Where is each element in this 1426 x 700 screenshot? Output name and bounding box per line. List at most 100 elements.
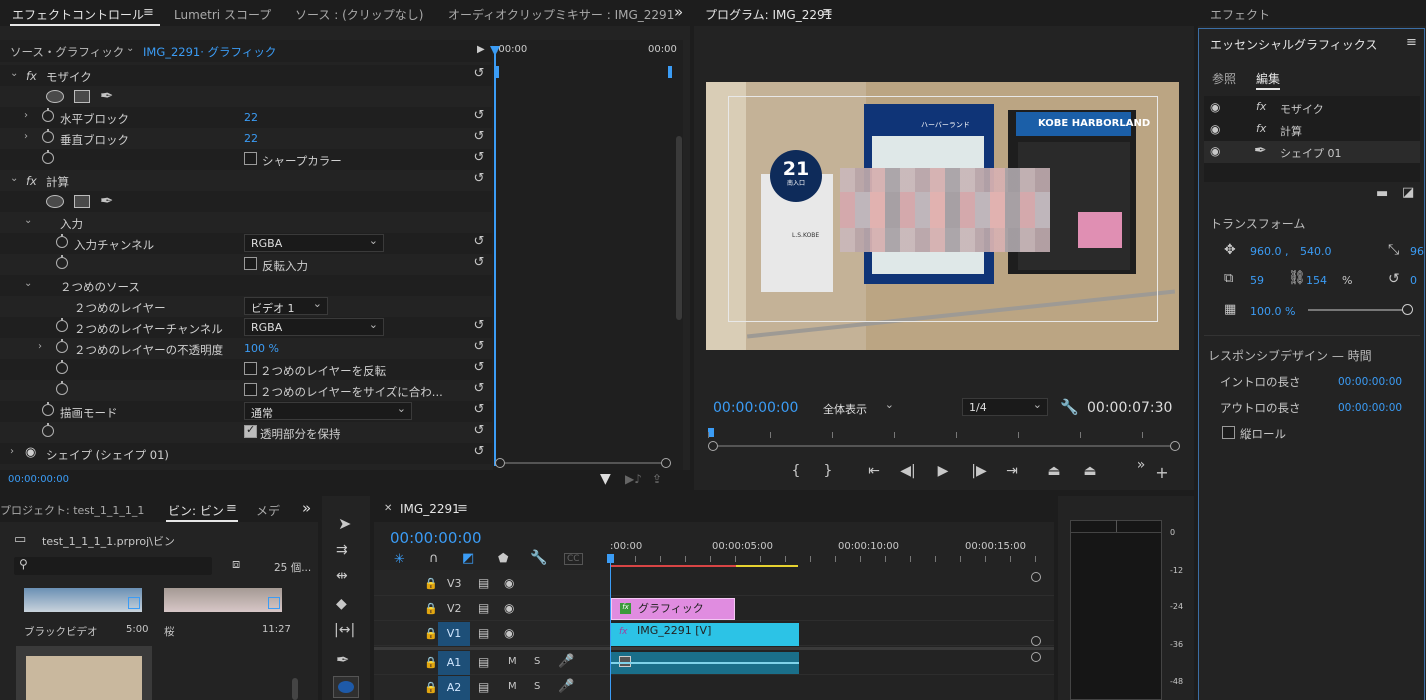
linked-selection-icon[interactable]: ◩ <box>462 551 474 566</box>
more-buttons-icon[interactable]: » <box>1131 455 1151 475</box>
v-scroll-knob[interactable] <box>1031 572 1041 582</box>
reset-icon[interactable]: ↺ <box>472 67 486 81</box>
panel-menu-icon[interactable]: ≡ <box>457 501 468 516</box>
ripple-edit-tool-icon[interactable]: ⇹ <box>336 568 348 584</box>
stopwatch-icon[interactable] <box>56 381 68 395</box>
invert-second-checkbox[interactable] <box>244 362 257 375</box>
lock-icon[interactable]: 🔒 <box>424 577 438 590</box>
eye-icon[interactable]: ◉ <box>504 601 514 615</box>
sharp-color-checkbox[interactable] <box>244 152 257 165</box>
reset-icon[interactable]: ↺ <box>472 172 486 186</box>
timeline-playhead[interactable] <box>610 554 611 700</box>
film-icon[interactable]: ▤ <box>478 655 489 669</box>
more-tabs-icon[interactable]: » <box>674 3 683 21</box>
stopwatch-icon[interactable] <box>42 108 54 122</box>
row-calc[interactable]: ⌄ fx 計算 ↺ <box>0 170 492 191</box>
microphone-icon[interactable]: 🎤 <box>558 679 574 694</box>
search-input[interactable]: ⚲ <box>14 557 212 575</box>
clip-label[interactable]: IMG_2291· グラフィック <box>143 44 276 60</box>
unlink-scale-icon[interactable]: ⛓ <box>1288 270 1306 286</box>
selection-tool-icon[interactable]: ➤ <box>338 514 351 533</box>
opacity-slider-track[interactable] <box>1308 309 1408 311</box>
mark-out-icon[interactable]: } <box>818 461 838 481</box>
eye-icon[interactable]: ◉ <box>504 626 514 640</box>
rectangle-mask-icon[interactable] <box>74 90 90 103</box>
roll-checkbox[interactable] <box>1222 426 1235 439</box>
new-group-icon[interactable]: ▬ <box>1376 186 1388 201</box>
stopwatch-icon[interactable] <box>42 402 54 416</box>
captions-icon[interactable]: CC <box>564 553 583 565</box>
stopwatch-icon[interactable] <box>56 234 68 248</box>
essential-graphics-title[interactable]: エッセンシャルグラフィックス <box>1210 36 1377 53</box>
row-input[interactable]: ⌄ 入力 <box>0 212 492 233</box>
stopwatch-icon[interactable] <box>56 255 68 269</box>
v-blocks-value[interactable]: 22 <box>244 132 258 145</box>
chevron-down-icon[interactable]: ⌄ <box>10 68 18 79</box>
program-timecode[interactable]: 00:00:00:00 <box>713 400 798 416</box>
effects-scrollbar[interactable] <box>676 136 682 320</box>
reset-icon[interactable]: ↺ <box>472 424 486 438</box>
row-second-layer-channel[interactable]: ２つめのレイヤーチャンネル RGBA ↺ <box>0 317 492 338</box>
program-video-frame[interactable]: 21 南入口 L.S.KOBE ハーバーランド KOBE HARBORLAND <box>706 82 1179 350</box>
track-a2[interactable]: 🔒 A2 ▤ M S 🎤 <box>374 676 1054 700</box>
scale-value[interactable]: 59 <box>1250 274 1264 287</box>
step-forward-icon[interactable]: |▶ <box>969 461 989 481</box>
play-icon[interactable]: ▶ <box>933 461 953 481</box>
tab-browse[interactable]: 参照 <box>1212 70 1236 87</box>
tab-lumetri-scopes[interactable]: Lumetri スコープ <box>174 6 271 23</box>
panel-menu-icon[interactable]: ≡ <box>143 5 154 20</box>
go-to-in-icon[interactable]: ⇤ <box>864 461 884 481</box>
scroll-right-knob[interactable] <box>1170 441 1180 451</box>
solo-button[interactable]: S <box>534 681 540 692</box>
stopwatch-icon[interactable] <box>42 150 54 164</box>
eye-icon[interactable]: ◉ <box>1210 100 1220 114</box>
program-title[interactable]: プログラム: IMG_2291 <box>705 6 832 23</box>
source-patch-a2[interactable]: A2 <box>438 676 470 700</box>
timeline-playhead-head[interactable] <box>607 554 614 563</box>
rectangle-mask-icon[interactable] <box>74 195 90 208</box>
stopwatch-icon[interactable] <box>42 423 54 437</box>
reset-icon[interactable]: ↺ <box>472 403 486 417</box>
close-icon[interactable]: ✕ <box>384 503 392 514</box>
position-x-value[interactable]: 960.0 , <box>1250 245 1288 258</box>
lock-icon[interactable]: 🔒 <box>424 627 438 640</box>
slip-tool-icon[interactable]: |↔| <box>334 622 355 638</box>
thumb-img-2291[interactable] <box>16 646 152 700</box>
row-second-source[interactable]: ⌄ ２つめのソース <box>0 275 492 296</box>
second-layer-select[interactable]: ビデオ 1 <box>244 297 328 315</box>
thumb-sakura[interactable] <box>164 588 282 612</box>
track-v3[interactable]: 🔒 V3 ▤ ◉ <box>374 572 1054 596</box>
reset-icon[interactable]: ↺ <box>472 256 486 270</box>
razor-tool-icon[interactable]: ◆ <box>336 596 347 612</box>
anchor-value[interactable]: 96 <box>1410 245 1424 258</box>
reset-icon[interactable]: ↺ <box>472 445 486 459</box>
film-icon[interactable]: ▤ <box>478 680 489 694</box>
pen-mask-icon[interactable]: ✒ <box>100 191 113 210</box>
mini-scroll-track[interactable] <box>505 462 661 464</box>
tab-audio-clip-mixer[interactable]: オーディオクリップミキサー : IMG_2291 <box>448 6 674 23</box>
play-audio-icon[interactable]: ▶♪ <box>625 472 642 486</box>
extract-icon[interactable]: ⏏ <box>1080 461 1100 481</box>
zoom-select[interactable]: 全体表示 <box>816 398 900 416</box>
reset-icon[interactable]: ↺ <box>472 235 486 249</box>
stopwatch-icon[interactable] <box>56 360 68 374</box>
more-tabs-icon[interactable]: » <box>302 499 311 517</box>
layer-row-calc[interactable]: ◉ fx 計算 <box>1204 119 1420 141</box>
row-invert-input[interactable]: 反転入力 ↺ <box>0 254 492 275</box>
tab-source[interactable]: ソース : (クリップなし) <box>295 6 423 23</box>
lock-icon[interactable]: 🔒 <box>424 681 438 694</box>
clip-graphic[interactable]: fx グラフィック <box>611 598 735 620</box>
row-fit-second[interactable]: ２つめのレイヤーをサイズに合わ... ↺ <box>0 380 492 401</box>
thumb-black-video[interactable] <box>24 588 142 612</box>
scroll-track[interactable] <box>718 445 1170 447</box>
reset-icon[interactable]: ↺ <box>472 340 486 354</box>
h-blocks-value[interactable]: 22 <box>244 111 258 124</box>
fit-second-checkbox[interactable] <box>244 383 257 396</box>
new-layer-icon[interactable]: ◪ <box>1402 185 1414 200</box>
tab-bin[interactable]: ビン: ビン <box>168 502 224 519</box>
new-bin-icon[interactable]: ⧈ <box>232 557 240 572</box>
chevron-right-icon[interactable]: › <box>24 110 28 121</box>
layer-row-shape[interactable]: ◉ ✒ シェイプ 01 <box>1204 141 1420 163</box>
pen-mask-icon[interactable]: ✒ <box>100 86 113 105</box>
stopwatch-icon[interactable] <box>42 129 54 143</box>
